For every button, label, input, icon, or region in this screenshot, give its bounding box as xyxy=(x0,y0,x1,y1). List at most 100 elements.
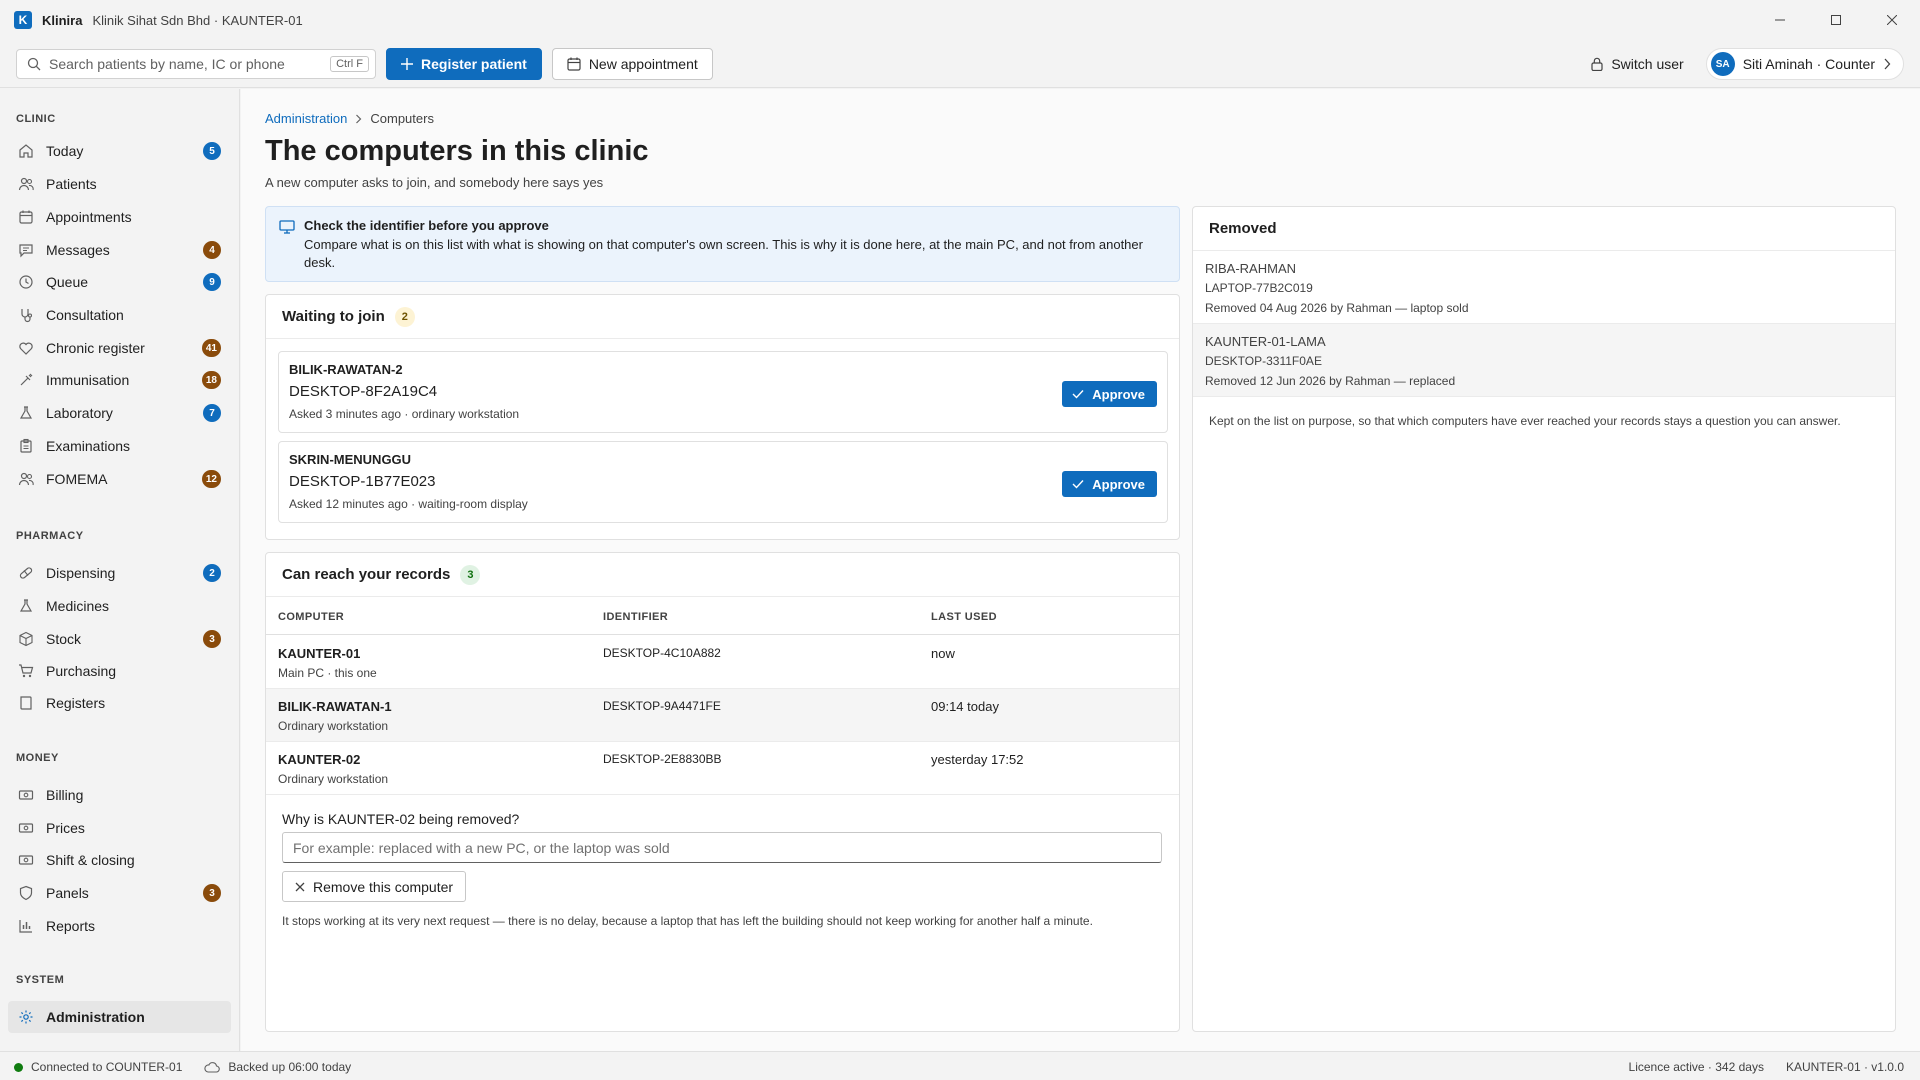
sidebar-section-label: SYSTEM xyxy=(16,974,65,986)
table-row[interactable]: KAUNTER-02 Ordinary workstation DESKTOP-… xyxy=(266,742,1179,795)
book-icon xyxy=(20,696,32,710)
sidebar-item-consultation[interactable]: Consultation xyxy=(8,299,231,331)
app-logo: K xyxy=(14,11,32,29)
window-title: Klinik Sihat Sdn Bhd · KAUNTER-01 xyxy=(92,12,303,28)
sidebar-item-label: Appointments xyxy=(46,209,132,225)
approve-button[interactable]: Approve xyxy=(1062,381,1157,407)
sidebar-item-label: Today xyxy=(46,143,84,159)
removed-title: Removed xyxy=(1209,220,1277,237)
row-computer: BILIK-RAWATAN-1 xyxy=(278,699,392,714)
sidebar-item-shift-closing[interactable]: Shift & closing xyxy=(8,844,231,876)
register-patient-button[interactable]: Register patient xyxy=(386,47,542,80)
sidebar-item-today[interactable]: Today 5 xyxy=(8,135,231,167)
new-appointment-button[interactable]: New appointment xyxy=(551,47,713,80)
page-subtitle: A new computer asks to join, and somebod… xyxy=(265,175,604,190)
removed-computer-name: RIBA-RAHMAN xyxy=(1205,261,1297,276)
row-identifier: DESKTOP-4C10A882 xyxy=(603,646,721,660)
licence-status: Licence active · 342 days xyxy=(1628,1060,1764,1074)
waiting-count: 2 xyxy=(394,306,415,327)
table-row[interactable]: KAUNTER-01 Main PC · this one DESKTOP-4C… xyxy=(266,636,1179,689)
sidebar-item-panels[interactable]: Panels 3 xyxy=(8,877,231,909)
sidebar-item-stock[interactable]: Stock 3 xyxy=(8,623,231,655)
remove-computer-button[interactable]: Remove this computer xyxy=(282,871,467,902)
sidebar-item-prices[interactable]: Prices xyxy=(8,812,231,844)
sidebar-item-examinations[interactable]: Examinations xyxy=(8,430,231,462)
close-button[interactable] xyxy=(1864,0,1920,40)
row-computer-sub: Main PC · this one xyxy=(278,666,377,680)
row-last-used: 09:14 today xyxy=(931,699,999,714)
row-last-used: now xyxy=(931,646,955,661)
sidebar-item-medicines[interactable]: Medicines xyxy=(8,590,231,622)
approve-button[interactable]: Approve xyxy=(1062,471,1157,497)
sidebar-item-label: Laboratory xyxy=(46,405,113,421)
row-identifier: DESKTOP-2E8830BB xyxy=(603,752,722,766)
request-identifier: DESKTOP-8F2A19C4 xyxy=(289,383,438,400)
row-last-used: yesterday 17:52 xyxy=(931,752,1024,767)
clock-icon xyxy=(19,275,33,289)
sidebar-item-badge: 9 xyxy=(203,273,221,291)
info-banner: Check the identifier before you approve … xyxy=(265,206,1180,282)
sidebar-item-appointments[interactable]: Appointments xyxy=(8,201,231,233)
sidebar-item-immunisation[interactable]: Immunisation 18 xyxy=(8,364,231,396)
sidebar-item-purchasing[interactable]: Purchasing xyxy=(8,655,231,687)
sidebar-item-patients[interactable]: Patients xyxy=(8,168,231,200)
minimize-button[interactable] xyxy=(1752,0,1808,40)
request-meta: Asked 12 minutes ago · waiting-room disp… xyxy=(289,497,528,511)
breadcrumb-administration[interactable]: Administration xyxy=(265,111,347,126)
reach-header: Can reach your records 3 xyxy=(266,553,1179,597)
table-row[interactable]: BILIK-RAWATAN-1 Ordinary workstation DES… xyxy=(266,689,1179,742)
sidebar-item-label: Panels xyxy=(46,885,89,901)
sidebar-item-dispensing[interactable]: Dispensing 2 xyxy=(8,557,231,589)
row-computer: KAUNTER-02 xyxy=(278,752,361,767)
sidebar-item-messages[interactable]: Messages 4 xyxy=(8,234,231,266)
sidebar-item-administration[interactable]: Administration xyxy=(8,1001,231,1033)
chevron-right-icon xyxy=(356,114,362,123)
money-icon xyxy=(18,855,34,865)
removed-card: Removed RIBA-RAHMAN LAPTOP-77B2C019 Remo… xyxy=(1192,206,1896,1032)
removed-item: RIBA-RAHMAN LAPTOP-77B2C019 Removed 04 A… xyxy=(1193,251,1895,324)
sidebar-item-label: Reports xyxy=(46,918,96,934)
maximize-icon xyxy=(1831,15,1841,25)
stethoscope-icon xyxy=(21,309,33,323)
calendar-icon xyxy=(19,210,33,224)
approve-label: Approve xyxy=(1092,476,1145,492)
connection-status-dot xyxy=(14,1062,23,1072)
removed-identifier: DESKTOP-3311F0AE xyxy=(1205,354,1322,368)
main-content: Administration Computers The computers i… xyxy=(241,89,1920,1051)
sidebar-item-badge: 3 xyxy=(203,884,221,902)
join-request: SKRIN-MENUNGGU DESKTOP-1B77E023 Asked 12… xyxy=(278,441,1168,523)
sidebar-item-reports[interactable]: Reports xyxy=(8,910,231,942)
request-computer-name: BILIK-RAWATAN-2 xyxy=(289,362,403,377)
sidebar-item-label: Queue xyxy=(46,274,89,290)
chevron-right-icon xyxy=(1884,58,1891,70)
maximize-button[interactable] xyxy=(1808,0,1864,40)
sidebar-item-label: Patients xyxy=(46,176,97,192)
removed-computer-name: KAUNTER-01-LAMA xyxy=(1205,334,1326,349)
waiting-title: Waiting to join xyxy=(282,308,385,325)
banner-text: Compare what is on this list with what i… xyxy=(304,237,1143,270)
chart-icon xyxy=(19,920,32,933)
banner-title: Check the identifier before you approve xyxy=(304,218,549,233)
sidebar-item-fomema[interactable]: FOMEMA 12 xyxy=(8,463,231,495)
sidebar-item-label: Stock xyxy=(46,631,82,647)
sidebar-item-label: Prices xyxy=(46,820,85,836)
patient-search[interactable]: Ctrl F xyxy=(16,48,376,79)
sidebar-item-label: Consultation xyxy=(46,307,124,323)
sidebar-item-laboratory[interactable]: Laboratory 7 xyxy=(8,397,231,429)
clipboard-icon xyxy=(20,438,32,453)
removed-note: Removed 04 Aug 2026 by Rahman — laptop s… xyxy=(1205,301,1469,315)
user-menu[interactable]: SA Siti Aminah · Counter xyxy=(1705,48,1904,80)
remove-reason-label: Why is KAUNTER-02 being removed? xyxy=(282,811,520,827)
sidebar-item-billing[interactable]: Billing xyxy=(8,779,231,811)
row-computer-sub: Ordinary workstation xyxy=(278,772,389,786)
join-request: BILIK-RAWATAN-2 DESKTOP-8F2A19C4 Asked 3… xyxy=(278,351,1168,433)
sidebar-item-registers[interactable]: Registers xyxy=(8,687,231,719)
switch-user-button[interactable]: Switch user xyxy=(1591,56,1684,72)
waiting-header: Waiting to join 2 xyxy=(266,295,1179,339)
search-input[interactable] xyxy=(49,55,331,72)
sidebar-item-chronic-register[interactable]: Chronic register 41 xyxy=(8,332,231,364)
sidebar-item-queue[interactable]: Queue 9 xyxy=(8,266,231,298)
remove-reason-input[interactable] xyxy=(282,832,1162,863)
connection-status: Connected to COUNTER-01 xyxy=(31,1060,183,1074)
status-left: Connected to COUNTER-01 Backed up 06:00 … xyxy=(14,1060,351,1074)
